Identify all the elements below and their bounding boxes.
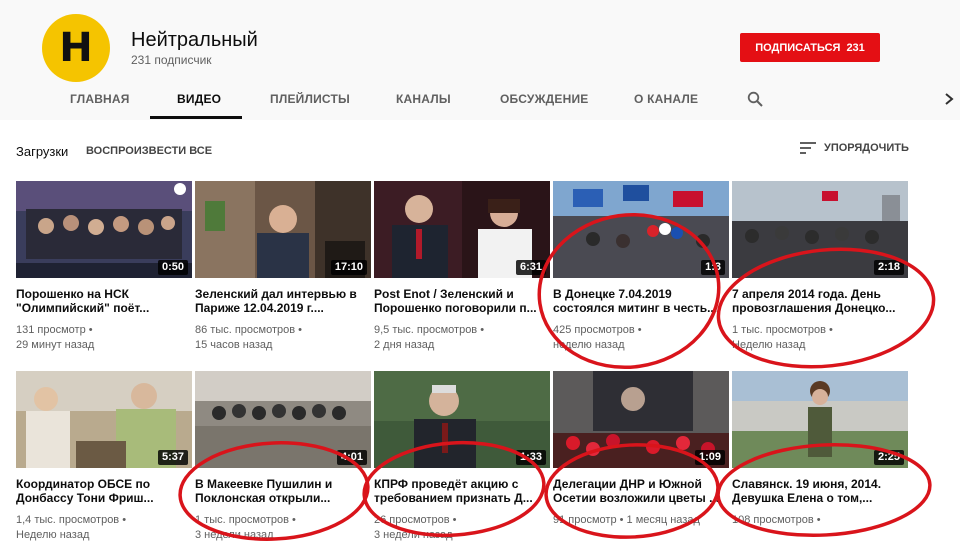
video-title[interactable]: Славянск. 19 июня, 2014. Девушка Елена о… xyxy=(732,477,902,505)
video-thumbnail[interactable]: 1:09 xyxy=(553,371,729,468)
subscribe-button[interactable]: ПОДПИСАТЬСЯ 231 xyxy=(740,33,880,62)
subscriber-count: 231 подписчик xyxy=(131,53,212,67)
tab-playlists[interactable]: ПЛЕЙЛИСТЫ xyxy=(270,92,350,106)
sort-button[interactable]: УПОРЯДОЧИТЬ xyxy=(800,142,909,154)
video-thumbnail[interactable]: 1:3 xyxy=(553,181,729,278)
chevron-right-icon[interactable] xyxy=(942,91,956,107)
sort-icon xyxy=(800,142,816,154)
video-age: 2 дня назад xyxy=(374,339,435,351)
tab-home[interactable]: ГЛАВНАЯ xyxy=(70,92,130,106)
video-title[interactable]: КПРФ проведёт акцию с требованием призна… xyxy=(374,477,544,505)
video-thumbnail[interactable]: 17:10 xyxy=(195,181,371,278)
video-age: Неделю назад xyxy=(16,529,90,541)
video-title[interactable]: 7 апреля 2014 года. День провозглашения … xyxy=(732,287,902,315)
video-age: Неделю назад xyxy=(732,339,806,351)
subscribe-count: 231 xyxy=(846,41,865,54)
video-card[interactable]: 2:25 Славянск. 19 июня, 2014. Девушка Ел… xyxy=(732,371,908,541)
video-meta: 1 тыс. просмотров • Неделю назад xyxy=(732,323,908,353)
video-title[interactable]: В Донецке 7.04.2019 состоялся митинг в ч… xyxy=(553,287,723,315)
video-meta: 425 просмотров • неделю назад xyxy=(553,323,729,353)
tab-channels[interactable]: КАНАЛЫ xyxy=(396,92,451,106)
subscribe-label: ПОДПИСАТЬСЯ xyxy=(755,41,841,54)
video-age: 3 недели назад xyxy=(195,529,274,541)
video-duration: 6:31 xyxy=(515,260,546,275)
video-views: 1 тыс. просмотров • xyxy=(195,514,296,526)
video-title[interactable]: Координатор ОБСЕ по Донбассу Тони Фриш..… xyxy=(16,477,186,505)
video-views: 425 просмотров • xyxy=(553,324,642,336)
video-views: 1,4 тыс. просмотров • xyxy=(16,514,127,526)
play-all-button[interactable]: ВОСПРОИЗВЕСТИ ВСЕ xyxy=(86,145,212,157)
video-meta: 108 просмотров • xyxy=(732,513,908,528)
video-title[interactable]: Зеленский дал интервью в Париже 12.04.20… xyxy=(195,287,365,315)
video-views: 91 просмотр • 1 месяц назад xyxy=(553,514,700,526)
tab-discussion[interactable]: ОБСУЖДЕНИЕ xyxy=(500,92,588,106)
video-age: 29 минут назад xyxy=(16,339,95,351)
channel-avatar[interactable]: H xyxy=(42,14,110,82)
search-icon[interactable] xyxy=(747,91,763,107)
video-duration: 5:37 xyxy=(157,450,188,465)
video-duration: 0:50 xyxy=(157,260,188,275)
section-title: Загрузки xyxy=(16,144,69,159)
video-thumbnail[interactable]: 2:25 xyxy=(732,371,908,468)
video-title[interactable]: Порошенко на НСК "Олимпийский" поёт... xyxy=(16,287,186,315)
video-duration: 17:10 xyxy=(330,260,367,275)
video-meta: 1 тыс. просмотров • 3 недели назад xyxy=(195,513,371,541)
active-tab-indicator xyxy=(150,116,242,119)
video-meta: 91 просмотр • 1 месяц назад xyxy=(553,513,729,528)
video-card[interactable]: 17:10 Зеленский дал интервью в Париже 12… xyxy=(195,181,371,351)
video-card[interactable]: 5:37 Координатор ОБСЕ по Донбассу Тони Ф… xyxy=(16,371,192,541)
video-card[interactable]: 1:09 Делегации ДНР и Южной Осетии возлож… xyxy=(553,371,729,541)
tab-videos[interactable]: ВИДЕО xyxy=(177,92,221,106)
video-meta: 131 просмотр • 29 минут назад xyxy=(16,323,192,353)
sort-label: УПОРЯДОЧИТЬ xyxy=(824,142,909,154)
video-views: 26 просмотров • xyxy=(374,514,457,526)
video-duration: 1:3 xyxy=(701,260,725,275)
video-card[interactable]: 1:3 В Донецке 7.04.2019 состоялся митинг… xyxy=(553,181,729,351)
video-meta: 9,5 тыс. просмотров • 2 дня назад xyxy=(374,323,550,353)
video-thumbnail[interactable]: 6:31 xyxy=(374,181,550,278)
video-card[interactable]: 0:50 Порошенко на НСК "Олимпийский" поёт… xyxy=(16,181,192,351)
video-thumbnail[interactable]: 2:18 xyxy=(732,181,908,278)
video-thumbnail[interactable]: 0:50 xyxy=(16,181,192,278)
video-duration: 1:09 xyxy=(694,450,725,465)
avatar-letter: H xyxy=(59,25,93,71)
video-age: 3 недели назад xyxy=(374,529,453,541)
video-card[interactable]: 2:18 7 апреля 2014 года. День провозглаш… xyxy=(732,181,908,351)
video-views: 108 просмотров • xyxy=(732,514,821,526)
video-duration: 1:33 xyxy=(515,450,546,465)
channel-name: Нейтральный xyxy=(131,29,258,51)
video-age: 15 часов назад xyxy=(195,339,273,351)
video-duration: 2:25 xyxy=(873,450,904,465)
video-views: 86 тыс. просмотров • xyxy=(195,324,303,336)
video-title[interactable]: Post Enot / Зеленский и Порошенко погово… xyxy=(374,287,544,315)
video-card[interactable]: 1:33 КПРФ проведёт акцию с требованием п… xyxy=(374,371,550,541)
video-card[interactable]: 4:01 В Макеевке Пушилин и Поклонская отк… xyxy=(195,371,371,541)
tab-about[interactable]: О КАНАЛЕ xyxy=(634,92,698,106)
video-meta: 26 просмотров • 3 недели назад xyxy=(374,513,550,541)
video-duration: 4:01 xyxy=(336,450,367,465)
video-title[interactable]: Делегации ДНР и Южной Осетии возложили ц… xyxy=(553,477,723,505)
video-views: 1 тыс. просмотров • xyxy=(732,324,833,336)
video-meta: 1,4 тыс. просмотров • Неделю назад xyxy=(16,513,192,541)
video-thumbnail[interactable]: 5:37 xyxy=(16,371,192,468)
video-views: 9,5 тыс. просмотров • xyxy=(374,324,485,336)
video-duration: 2:18 xyxy=(873,260,904,275)
video-thumbnail[interactable]: 1:33 xyxy=(374,371,550,468)
video-title[interactable]: В Макеевке Пушилин и Поклонская открыли.… xyxy=(195,477,365,505)
video-card[interactable]: 6:31 Post Enot / Зеленский и Порошенко п… xyxy=(374,181,550,351)
video-age: неделю назад xyxy=(553,339,625,351)
video-thumbnail[interactable]: 4:01 xyxy=(195,371,371,468)
video-views: 131 просмотр • xyxy=(16,324,93,336)
channel-header: H Нейтральный 231 подписчик ПОДПИСАТЬСЯ … xyxy=(0,0,960,120)
video-meta: 86 тыс. просмотров • 15 часов назад xyxy=(195,323,371,353)
